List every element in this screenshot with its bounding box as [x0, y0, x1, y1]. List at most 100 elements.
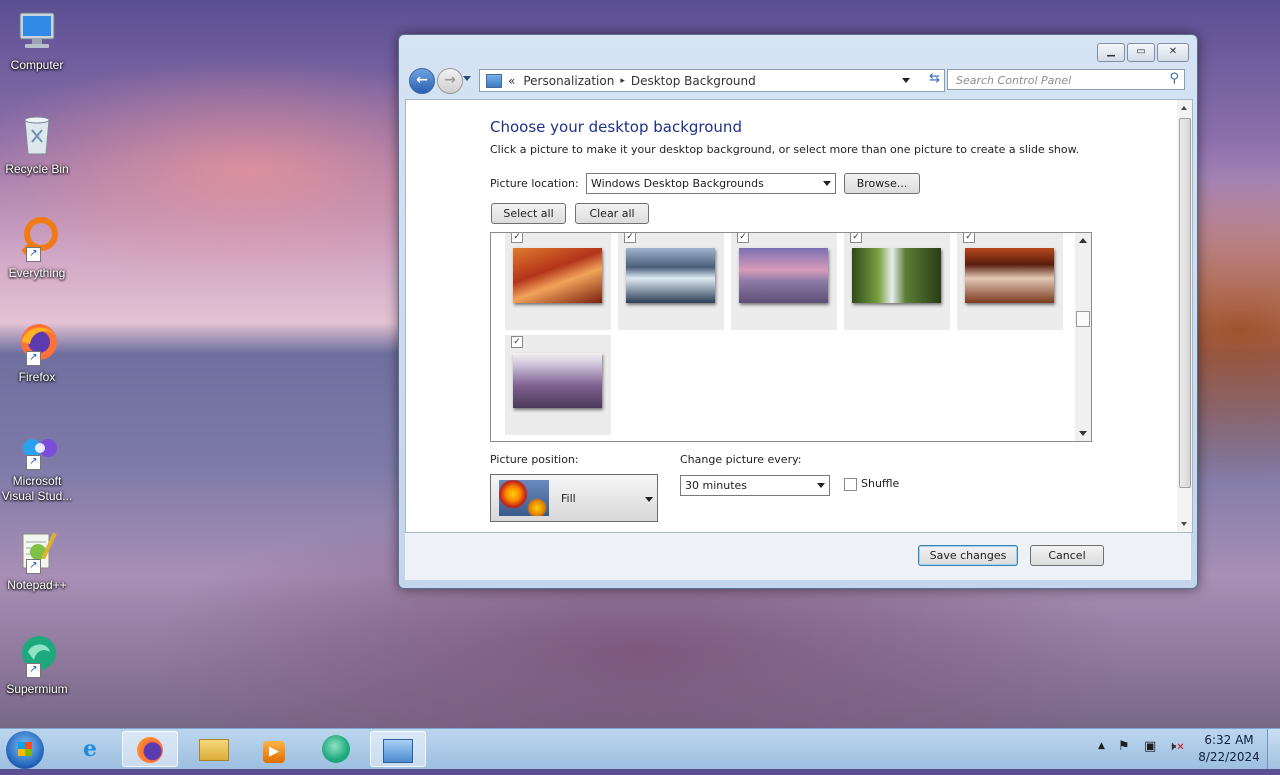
- taskbar-firefox[interactable]: [122, 731, 178, 767]
- thumbnail-checkbox[interactable]: ✓: [511, 336, 523, 348]
- picture-position-value: Fill: [561, 492, 576, 505]
- breadcrumb-desktop-background[interactable]: Desktop Background: [631, 74, 756, 88]
- taskbar-media-player[interactable]: ▶: [246, 731, 302, 767]
- desktop-icon-recycle-bin[interactable]: Recycle Bin: [0, 112, 74, 176]
- everything-icon: ↗: [14, 216, 60, 262]
- thumbnail-checkbox[interactable]: ✓: [624, 233, 636, 243]
- desktop-icon-label: Microsoft Visual Stud...: [1, 474, 73, 503]
- select-all-button[interactable]: Select all: [491, 203, 566, 224]
- thumbnail-item[interactable]: ✓: [505, 233, 611, 330]
- desktop-icon-label: Supermium: [6, 682, 68, 696]
- thumbnail-item[interactable]: ✓: [618, 233, 724, 330]
- taskbar-file-explorer[interactable]: [186, 731, 242, 767]
- navigation-bar: ← → « Personalization ▸ Desktop Backgrou…: [407, 67, 1187, 95]
- position-preview-image: [499, 480, 549, 516]
- desktop-icon-firefox[interactable]: ↗ Firefox: [0, 320, 74, 384]
- shortcut-arrow-icon: ↗: [26, 351, 41, 366]
- start-button[interactable]: [6, 731, 44, 769]
- thumbnail-item[interactable]: ✓: [844, 233, 950, 330]
- gallery-scrollbar[interactable]: [1075, 233, 1091, 441]
- thumbnail-checkbox[interactable]: ✓: [737, 233, 749, 243]
- scroll-down-icon[interactable]: [1079, 431, 1087, 436]
- supermium-icon: [322, 735, 350, 763]
- page-title: Choose your desktop background: [490, 118, 742, 136]
- thumbnail-checkbox[interactable]: ✓: [511, 233, 523, 243]
- close-button[interactable]: ✕: [1157, 43, 1189, 62]
- cancel-button[interactable]: Cancel: [1030, 545, 1104, 566]
- shortcut-arrow-icon: ↗: [26, 455, 41, 470]
- system-tray: ▲ ⚑ ▣ 🕨✕ 6:32 AM 8/22/2024: [1080, 729, 1280, 769]
- show-hidden-icons-icon[interactable]: ▲: [1098, 741, 1105, 751]
- desktop-icon-notepad-plus-plus[interactable]: ↗ Notepad++: [0, 528, 74, 592]
- change-picture-label: Change picture every:: [680, 453, 802, 466]
- windows-logo-icon: [18, 742, 32, 756]
- background-gallery: ✓ ✓ ✓ ✓ ✓ ✓: [490, 232, 1092, 442]
- minimize-button[interactable]: ▁: [1097, 43, 1125, 62]
- chevron-down-icon: [817, 483, 825, 488]
- recent-pages-chevron-icon[interactable]: [463, 76, 471, 81]
- breadcrumb-personalization[interactable]: Personalization: [523, 74, 614, 88]
- desktop-icon-everything[interactable]: ↗ Everything: [0, 216, 74, 280]
- scroll-up-icon[interactable]: [1181, 106, 1187, 110]
- taskbar-internet-explorer[interactable]: e: [62, 731, 118, 767]
- picture-location-select[interactable]: Windows Desktop Backgrounds: [586, 173, 836, 194]
- desktop-icon-computer[interactable]: Computer: [0, 8, 74, 72]
- search-input[interactable]: Search Control Panel: [947, 69, 1185, 90]
- control-panel-icon: [486, 73, 502, 88]
- save-changes-button[interactable]: Save changes: [918, 545, 1018, 566]
- scroll-up-icon[interactable]: [1079, 238, 1087, 243]
- thumbnail-image: [626, 248, 715, 303]
- desktop-icon-label: Recycle Bin: [5, 162, 69, 176]
- scrollbar-thumb[interactable]: [1076, 311, 1090, 327]
- shuffle-checkbox[interactable]: [844, 478, 857, 491]
- scrollbar-thumb[interactable]: [1179, 118, 1191, 488]
- show-desktop-button[interactable]: [1267, 729, 1280, 769]
- folder-icon: [199, 739, 229, 761]
- scroll-down-icon[interactable]: [1181, 522, 1187, 526]
- thumbnail-item[interactable]: ✓: [957, 233, 1063, 330]
- desktop-icon-visual-studio[interactable]: ↗ Microsoft Visual Stud...: [0, 424, 74, 504]
- address-bar[interactable]: « Personalization ▸ Desktop Background ⇆: [479, 69, 945, 92]
- shortcut-arrow-icon: ↗: [26, 559, 41, 574]
- breadcrumb-separator-icon[interactable]: ▸: [620, 76, 625, 86]
- volume-muted-icon[interactable]: 🕨✕: [1168, 739, 1185, 754]
- action-center-flag-icon[interactable]: ⚑: [1118, 739, 1130, 754]
- thumbnail-image: [852, 248, 941, 303]
- browse-button[interactable]: Browse...: [844, 173, 920, 194]
- notepad-plus-plus-icon: ↗: [14, 528, 60, 574]
- address-dropdown-icon[interactable]: [902, 78, 910, 83]
- desktop-background-window: ▁ ▭ ✕ ← → « Personalization ▸ Desktop Ba…: [398, 34, 1198, 589]
- thumbnail-image: [513, 353, 602, 408]
- forward-button[interactable]: →: [437, 68, 463, 94]
- taskbar-control-panel[interactable]: [370, 731, 426, 767]
- chevron-down-icon: [645, 497, 653, 502]
- thumbnail-checkbox[interactable]: ✓: [850, 233, 862, 243]
- firefox-icon: [137, 737, 163, 763]
- change-picture-select[interactable]: 30 minutes: [680, 475, 830, 496]
- shortcut-arrow-icon: ↗: [26, 663, 41, 678]
- picture-position-select[interactable]: Fill: [490, 474, 658, 522]
- refresh-icon[interactable]: ⇆: [929, 71, 940, 86]
- thumbnail-image: [739, 248, 828, 303]
- breadcrumb-overflow[interactable]: «: [508, 74, 515, 88]
- desktop-icon-label: Firefox: [18, 370, 56, 384]
- thumbnail-item[interactable]: ✓: [505, 335, 611, 435]
- taskbar-supermium[interactable]: [308, 731, 364, 767]
- network-icon[interactable]: ▣: [1144, 739, 1156, 754]
- maximize-button[interactable]: ▭: [1127, 43, 1155, 62]
- search-icon[interactable]: ⚲: [1169, 71, 1179, 86]
- page-description: Click a picture to make it your desktop …: [490, 143, 1080, 156]
- supermium-icon: ↗: [14, 632, 60, 678]
- back-button[interactable]: ←: [409, 68, 435, 94]
- content-scrollbar[interactable]: [1177, 100, 1192, 532]
- thumbnail-checkbox[interactable]: ✓: [963, 233, 975, 243]
- change-picture-value: 30 minutes: [685, 479, 748, 492]
- thumbnail-item[interactable]: ✓: [731, 233, 837, 330]
- clock-time[interactable]: 6:32 AM: [1200, 733, 1258, 747]
- caption-buttons: ▁ ▭ ✕: [1097, 43, 1189, 62]
- desktop-icon-supermium[interactable]: ↗ Supermium: [0, 632, 74, 696]
- shuffle-label[interactable]: Shuffle: [861, 477, 899, 490]
- clear-all-button[interactable]: Clear all: [575, 203, 649, 224]
- clock-date[interactable]: 8/22/2024: [1196, 750, 1262, 764]
- desktop-icon-label: Everything: [8, 266, 66, 280]
